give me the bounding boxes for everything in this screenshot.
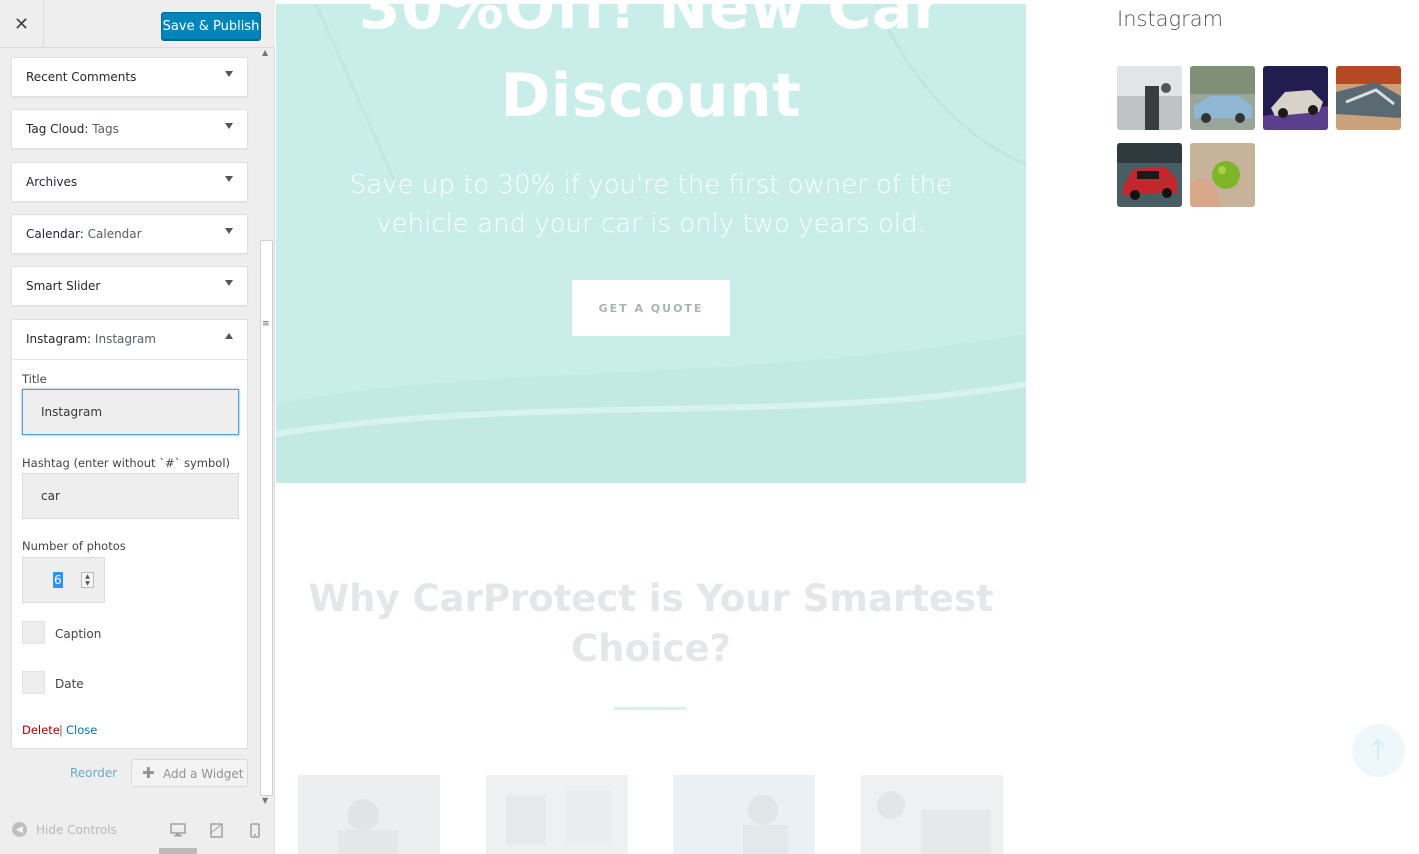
hashtag-input[interactable]: car (22, 473, 239, 519)
instagram-photo[interactable] (1263, 66, 1328, 130)
hashtag-field-label: Hashtag (enter without `#` symbol) (22, 456, 230, 470)
feature-image (298, 775, 440, 854)
hero-banner: 30%Off! New Car Discount Save up to 30% … (276, 4, 1026, 483)
widget-title: Archives (26, 175, 78, 189)
widget-title: Tag Cloud: Tags (26, 122, 119, 136)
widget-title: Calendar: Calendar (26, 227, 142, 241)
scroll-down-arrow-icon[interactable]: ▼ (262, 796, 268, 805)
instagram-photo[interactable] (1336, 66, 1401, 130)
hide-controls-button[interactable]: ◀ Hide Controls (12, 822, 117, 837)
widget-smart-slider[interactable]: Smart Slider (11, 266, 248, 306)
feature-image (673, 775, 815, 854)
scroll-up-arrow-icon[interactable]: ▲ (262, 48, 268, 57)
customizer-header: ✕ Save & Publish (0, 0, 275, 48)
arrow-up-icon (1371, 738, 1385, 760)
close-widget-link[interactable]: Close (66, 723, 97, 737)
instagram-photo[interactable] (1190, 143, 1255, 207)
save-publish-button[interactable]: Save & Publish (161, 12, 261, 40)
widget-instagram-header[interactable]: Instagram: Instagram (12, 320, 247, 360)
tablet-icon[interactable] (210, 823, 223, 838)
widget-instagram-expanded: Instagram: Instagram Title Instagram Has… (11, 319, 248, 749)
photos-count-value[interactable]: 6 (53, 572, 63, 588)
widget-tag-cloud[interactable]: Tag Cloud: Tags (11, 109, 248, 149)
expand-arrow-icon[interactable] (225, 176, 233, 182)
customizer-sidebar: ✕ Save & Publish ▲ ≡ ▼ Recent Comments T… (0, 0, 275, 854)
instagram-photo[interactable] (1190, 66, 1255, 130)
link-separator: | (59, 723, 63, 737)
hero-title: 30%Off! New Car Discount (359, 4, 943, 131)
caption-checkbox[interactable] (22, 621, 45, 644)
plus-icon: ✚ (142, 764, 155, 782)
expand-arrow-icon[interactable] (225, 71, 233, 77)
mobile-icon[interactable] (250, 823, 260, 838)
section-title: Why CarProtect is Your Smartest Choice? (308, 577, 994, 670)
date-label: Date (55, 677, 84, 691)
widget-title: Instagram: Instagram (26, 332, 156, 346)
widget-recent-comments[interactable]: Recent Comments (11, 57, 248, 97)
delete-widget-link[interactable]: Delete (22, 723, 60, 737)
instagram-heading: Instagram (1117, 7, 1224, 31)
widget-calendar[interactable]: Calendar: Calendar (11, 214, 248, 254)
expand-arrow-icon[interactable] (225, 228, 233, 234)
hero-subtitle: Save up to 30% if you're the first owner… (349, 170, 953, 239)
sidebar-scrollbar[interactable]: ▲ ≡ ▼ (259, 48, 274, 808)
instagram-photo[interactable] (1117, 143, 1182, 207)
widget-title: Recent Comments (26, 70, 137, 84)
spinner-arrows-icon[interactable]: ▲ ▼ (81, 572, 94, 588)
close-icon[interactable]: ✕ (0, 0, 44, 48)
collapse-left-icon: ◀ (12, 822, 27, 837)
photos-count-label: Number of photos (22, 539, 126, 553)
desktop-icon[interactable] (170, 823, 186, 837)
title-field-label: Title (22, 372, 47, 386)
customizer-footer: ◀ Hide Controls (0, 812, 275, 854)
back-to-top-button[interactable] (1352, 724, 1405, 777)
get-quote-button[interactable]: GET A QUOTE (572, 280, 730, 336)
instagram-photo[interactable] (1117, 66, 1182, 130)
add-widget-label: Add a Widget (163, 767, 244, 781)
widget-title: Smart Slider (26, 279, 101, 293)
reorder-link[interactable]: Reorder (70, 766, 117, 780)
add-widget-button[interactable]: ✚ Add a Widget (131, 759, 248, 787)
caption-label: Caption (55, 627, 102, 641)
title-input[interactable]: Instagram (22, 389, 239, 435)
feature-image (486, 775, 628, 854)
feature-image (861, 775, 1003, 854)
hide-controls-label: Hide Controls (36, 822, 117, 837)
active-device-indicator (159, 848, 197, 854)
photos-count-stepper[interactable]: 6 ▲ ▼ (22, 557, 105, 603)
date-checkbox[interactable] (22, 671, 45, 694)
expand-arrow-icon[interactable] (225, 280, 233, 286)
section-divider (614, 707, 686, 710)
scrollbar-grip-icon: ≡ (262, 319, 270, 329)
widget-archives[interactable]: Archives (11, 162, 248, 202)
collapse-arrow-icon[interactable] (225, 333, 233, 339)
expand-arrow-icon[interactable] (225, 123, 233, 129)
